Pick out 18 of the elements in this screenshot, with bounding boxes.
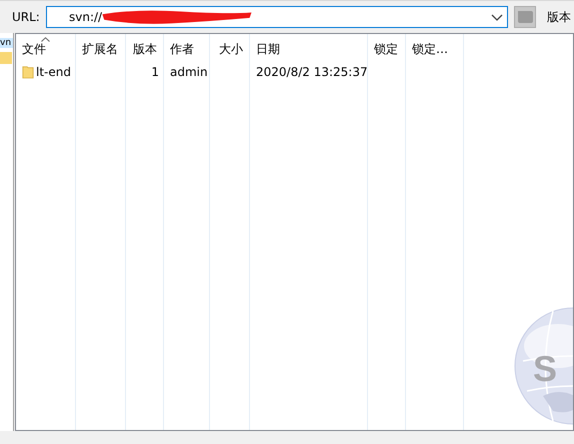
url-label: URL: [12, 10, 41, 24]
table-cell: 2020/8/2 13:25:37 [256, 65, 368, 79]
column-header[interactable]: 锁定 [374, 41, 398, 58]
table-cell: 1 [151, 65, 159, 79]
column-header[interactable]: 大小 [219, 41, 243, 58]
revision-label: 版本 [547, 8, 571, 26]
globe-logo-drawing: S [513, 306, 573, 426]
table-cell: admin [170, 65, 208, 79]
column-header[interactable]: 扩展名 [82, 41, 118, 58]
url-field[interactable]: svn:// [46, 6, 508, 28]
table-cell[interactable]: lt-end [36, 65, 71, 79]
dropdown-caret-icon[interactable] [491, 14, 503, 22]
column-header[interactable]: 日期 [256, 41, 280, 58]
column-header[interactable]: 版本 [133, 41, 157, 58]
column-header[interactable]: 锁定… [412, 41, 448, 58]
tree-item[interactable]: vn [0, 38, 13, 48]
column-header[interactable]: 文件 [22, 41, 46, 58]
column-header[interactable]: 作者 [170, 41, 194, 58]
